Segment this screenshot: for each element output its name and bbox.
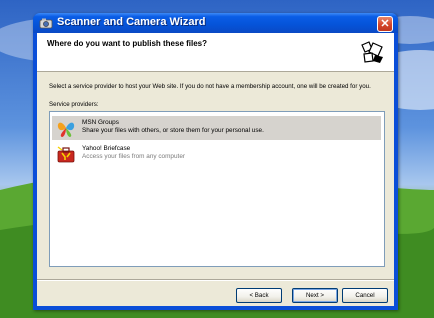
cancel-button[interactable]: Cancel <box>342 288 388 303</box>
service-provider-list[interactable]: MSN Groups Share your files with others,… <box>49 111 385 267</box>
provider-description: Access your files from any computer <box>82 153 185 160</box>
wizard-window: Scanner and Camera Wizard ✕ Where do you… <box>33 13 398 310</box>
camera-wizard-icon <box>39 18 53 29</box>
close-button[interactable]: ✕ <box>377 16 393 32</box>
page-title: Where do you want to publish these files… <box>47 39 208 48</box>
provider-item-yahoo-briefcase[interactable]: Yahoo! Briefcase Access your files from … <box>52 142 381 166</box>
wizard-client-area: Where do you want to publish these files… <box>37 33 394 306</box>
provider-name: Yahoo! Briefcase <box>82 145 131 152</box>
button-separator <box>37 279 394 281</box>
intro-text: Select a service provider to host your W… <box>49 83 371 90</box>
publish-web-icon <box>360 40 385 64</box>
yahoo-briefcase-icon <box>57 146 75 163</box>
provider-description: Share your files with others, or store t… <box>82 127 264 134</box>
back-button[interactable]: < Back <box>236 288 282 303</box>
window-title: Scanner and Camera Wizard <box>57 16 206 28</box>
provider-name: MSN Groups <box>82 119 119 126</box>
provider-item-msn-groups[interactable]: MSN Groups Share your files with others,… <box>52 116 381 140</box>
next-button[interactable]: Next > <box>292 288 338 303</box>
wizard-header: Where do you want to publish these files… <box>37 33 394 72</box>
title-bar[interactable]: Scanner and Camera Wizard ✕ <box>33 13 398 33</box>
msn-butterfly-icon <box>57 122 75 137</box>
service-providers-label: Service providers: <box>49 101 99 108</box>
